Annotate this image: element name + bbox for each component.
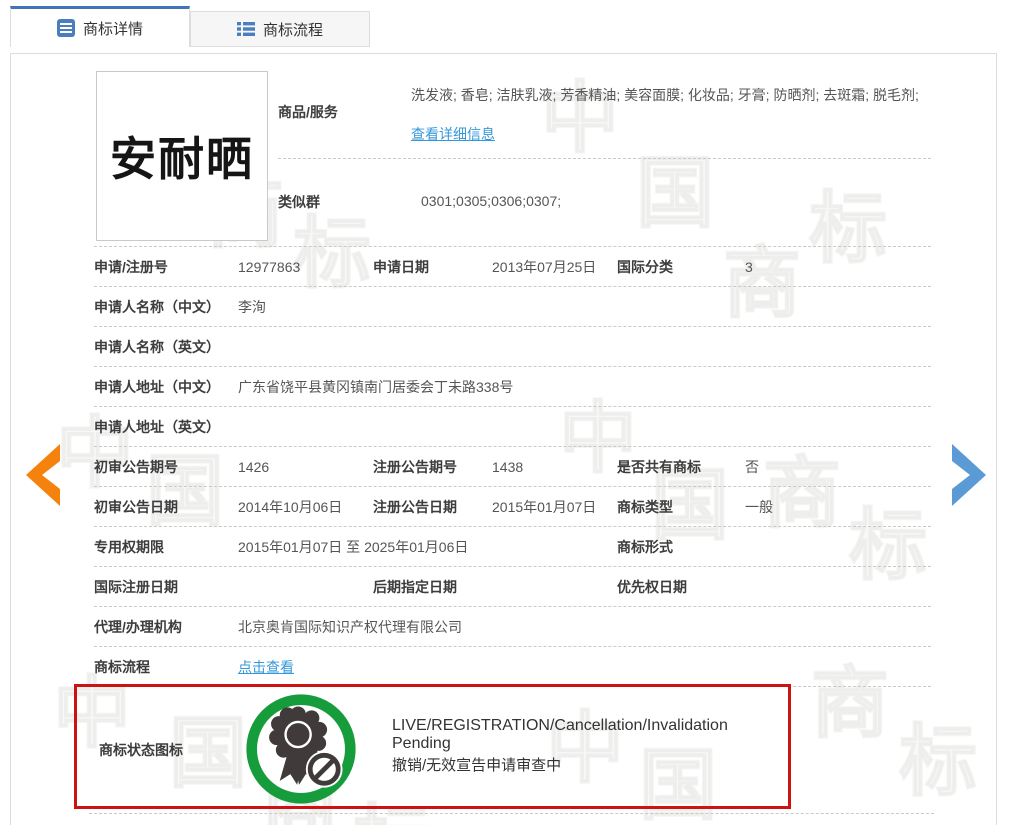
separator [278,158,931,159]
field-label: 注册公告期号 [373,457,492,477]
separator [89,813,934,814]
field-value: 2013年07月25日 [492,257,617,277]
table-row: 申请人地址（中文）广东省饶平县黄冈镇南门居委会丁未路338号 [94,367,931,407]
prev-arrow-button[interactable] [22,443,62,507]
similar-group-label: 类似群 [278,192,320,212]
trademark-name: 安耐晒 [110,123,254,189]
view-details-link[interactable]: 查看详细信息 [411,124,495,144]
tab-trademark-process[interactable]: 商标流程 [190,11,370,47]
field-value: 2015年01月07日 至 2025年01月06日 [238,537,617,557]
table-row: 申请人名称（英文） [94,327,931,367]
field-label: 申请/注册号 [94,257,238,277]
field-label: 申请日期 [373,257,492,277]
field-label: 申请人名称（英文） [94,337,238,357]
document-lines-icon [57,19,75,37]
field-label: 商标流程 [94,657,238,677]
field-label: 后期指定日期 [373,577,492,597]
field-label: 申请人地址（中文） [94,377,238,397]
tab-bar: 商标详情 商标流程 [10,6,370,47]
field-value: 1438 [492,459,617,475]
field-label: 国际分类 [617,257,745,277]
field-label: 代理/办理机构 [94,617,238,637]
field-value-link[interactable]: 点击查看 [238,657,931,677]
table-row: 申请人名称（中文）李洵 [94,287,931,327]
detail-panel: 中国商标标商中国中国商标中国中国商标商标 安耐晒 商品/服务 洗发液; 香皂; … [10,53,997,825]
detail-table: 申请/注册号12977863申请日期2013年07月25日国际分类3申请人名称（… [94,246,931,687]
goods-services-value: 洗发液; 香皂; 洁肤乳液; 芳香精油; 美容面膜; 化妆品; 牙膏; 防晒剂;… [411,85,931,105]
table-row: 初审公告期号1426注册公告期号1438是否共有商标否 [94,447,931,487]
field-label: 国际注册日期 [94,577,238,597]
award-ribbon-prohibition-icon [243,691,359,807]
status-label: 商标状态图标 [99,740,183,760]
table-row: 专用权期限2015年01月07日 至 2025年01月06日商标形式 [94,527,931,567]
status-text-english: LIVE/REGISTRATION/Cancellation/Invalidat… [392,717,788,753]
table-row: 国际注册日期 后期指定日期 优先权日期 [94,567,931,607]
table-row: 代理/办理机构北京奥肯国际知识产权代理有限公司 [94,607,931,647]
similar-group-value: 0301;0305;0306;0307; [421,193,561,209]
goods-services-label: 商品/服务 [278,102,338,122]
list-bullets-icon [237,20,255,38]
field-value: 1426 [238,459,373,475]
field-value: 北京奥肯国际知识产权代理有限公司 [238,617,931,637]
status-text-chinese: 撤销/无效宣告申请审查中 [392,754,561,775]
field-label: 专用权期限 [94,537,238,557]
field-value: 否 [745,457,931,477]
trademark-image: 安耐晒 [96,71,268,241]
status-section: 商标状态图标 LIVE/REGISTRATION/Can [74,684,791,809]
field-value: 广东省饶平县黄冈镇南门居委会丁未路338号 [238,377,931,397]
table-row: 商标流程点击查看 [94,647,931,687]
field-value: 12977863 [238,259,373,275]
field-label: 初审公告期号 [94,457,238,477]
table-row: 申请/注册号12977863申请日期2013年07月25日国际分类3 [94,247,931,287]
tab-label: 商标详情 [83,18,143,39]
table-row: 初审公告日期2014年10月06日注册公告日期2015年01月07日商标类型一般 [94,487,931,527]
tab-trademark-details[interactable]: 商标详情 [10,6,190,47]
field-value: 李洵 [238,297,931,317]
field-label: 是否共有商标 [617,457,745,477]
table-row: 申请人地址（英文） [94,407,931,447]
field-label: 商标形式 [617,537,745,557]
field-value: 3 [745,259,931,275]
tab-label: 商标流程 [263,19,323,40]
field-label: 申请人名称（中文） [94,297,238,317]
field-label: 注册公告日期 [373,497,492,517]
field-label: 优先权日期 [617,577,745,597]
field-value: 一般 [745,497,931,517]
field-label: 商标类型 [617,497,745,517]
next-arrow-button[interactable] [950,443,990,507]
field-value: 2015年01月07日 [492,497,617,517]
field-value: 2014年10月06日 [238,497,373,517]
field-label: 初审公告日期 [94,497,238,517]
field-label: 申请人地址（英文） [94,417,238,437]
